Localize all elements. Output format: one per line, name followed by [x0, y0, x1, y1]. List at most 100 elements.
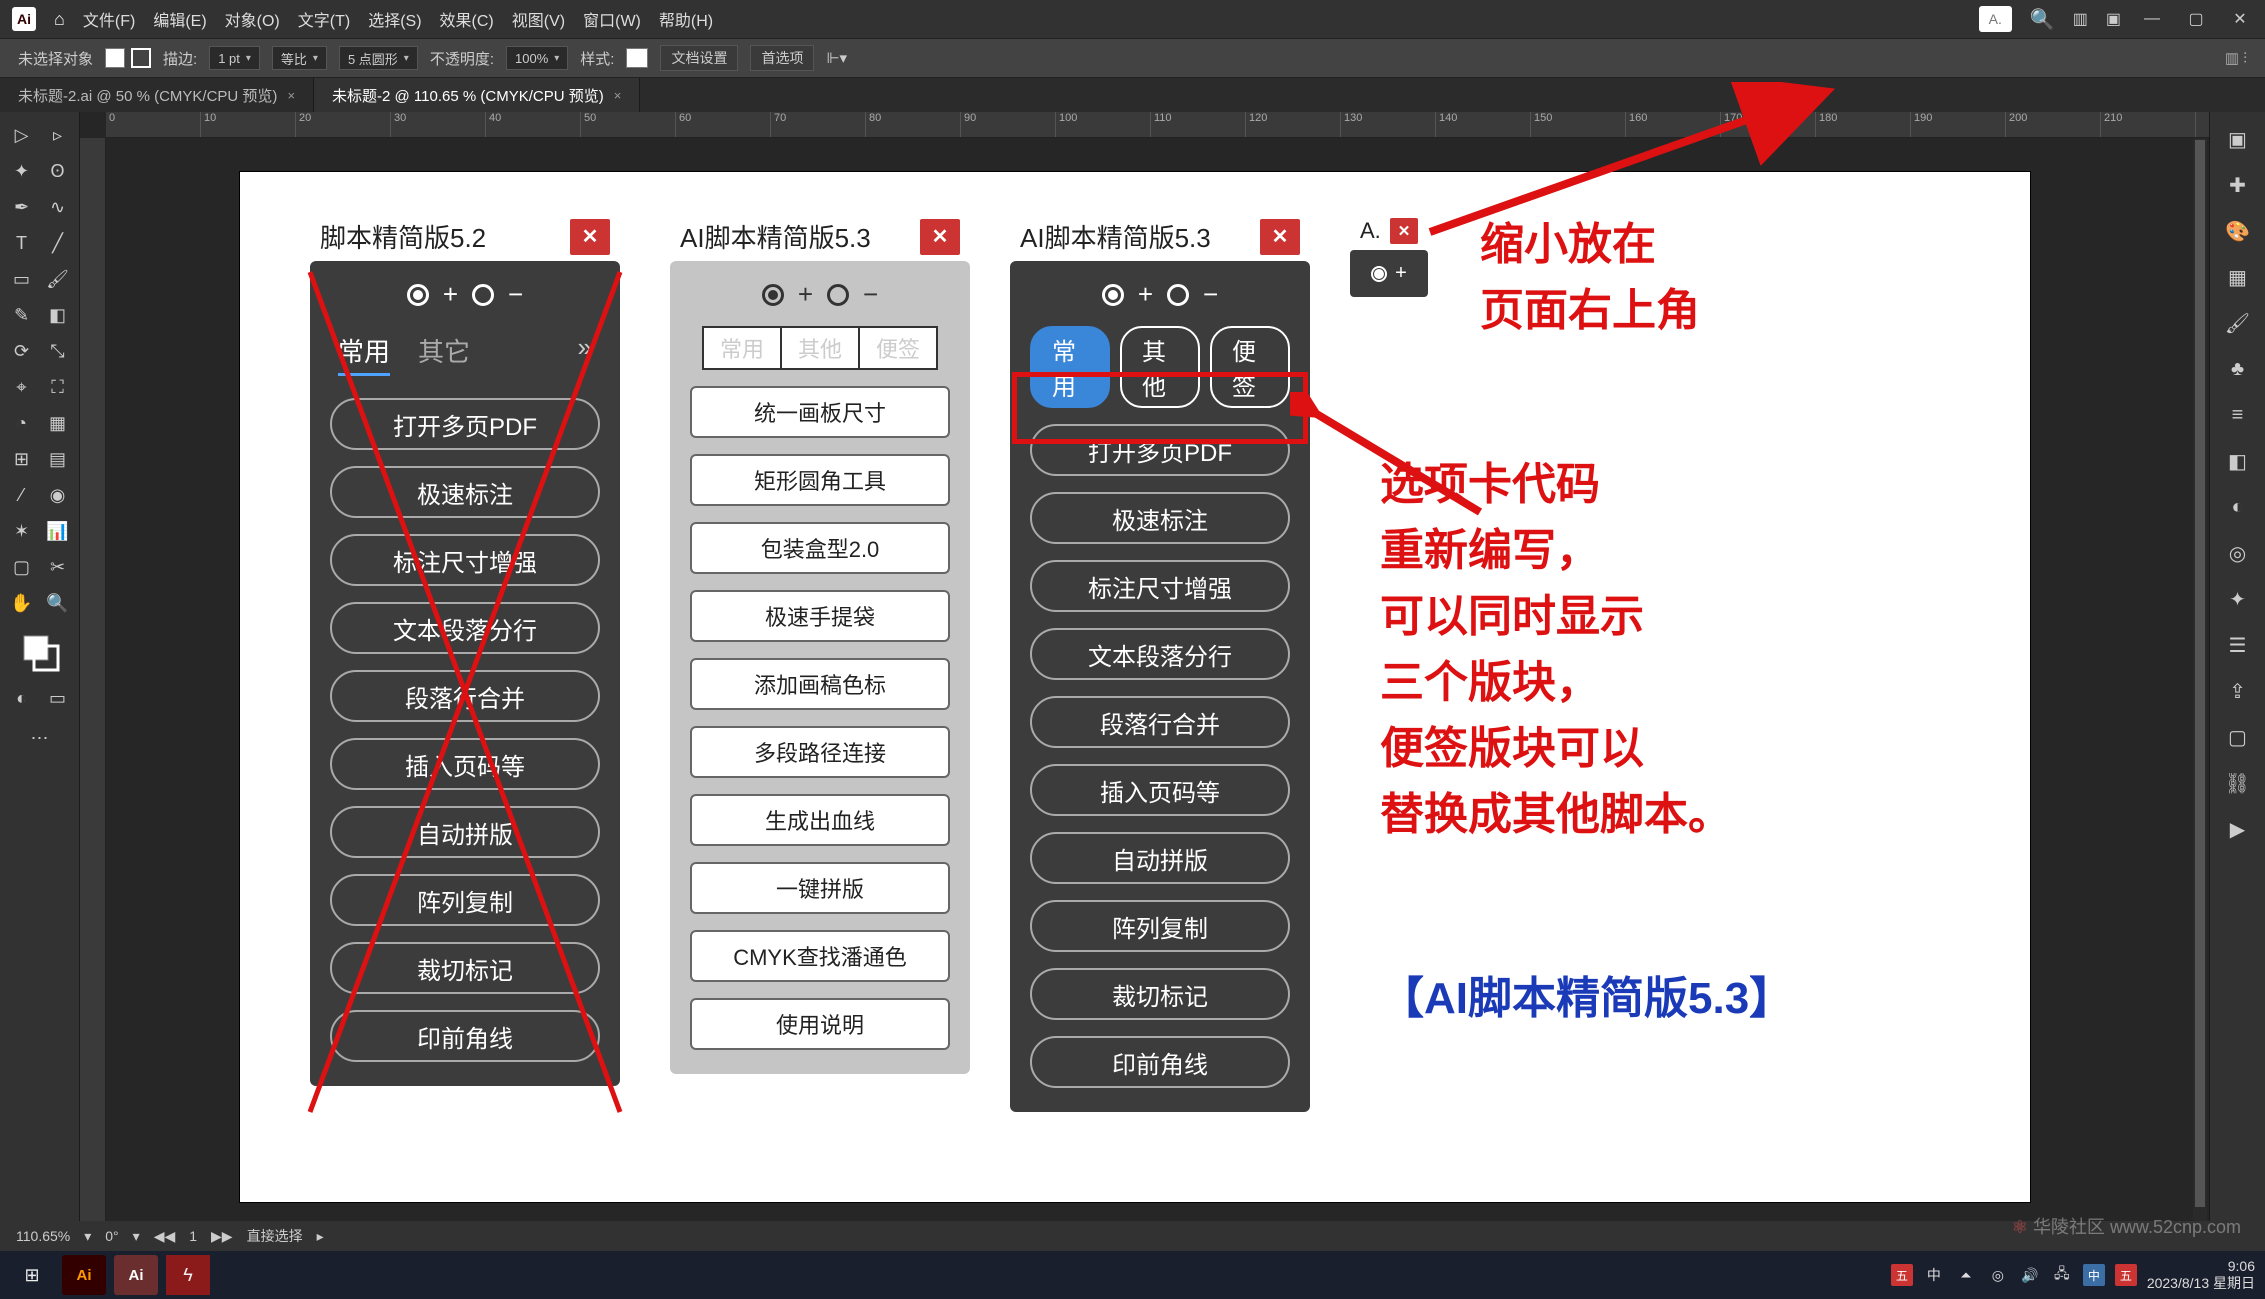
graphic-styles-panel-icon[interactable]: ✦: [2219, 580, 2257, 618]
zoom-level[interactable]: 110.65%: [16, 1228, 70, 1244]
action-button[interactable]: 极速手提袋: [690, 590, 950, 642]
properties-panel-icon[interactable]: ▣: [2219, 120, 2257, 158]
action-button[interactable]: 使用说明: [690, 998, 950, 1050]
menu-type[interactable]: 文字(T): [298, 7, 350, 31]
gradient-panel-icon[interactable]: ◧: [2219, 442, 2257, 480]
eraser-tool-icon[interactable]: ◧: [43, 300, 73, 330]
radio-on-icon[interactable]: [1371, 266, 1387, 282]
panel-close-button[interactable]: ✕: [570, 219, 610, 255]
tray-sound-icon[interactable]: 🔊: [2019, 1264, 2041, 1286]
libraries-panel-icon[interactable]: ✚: [2219, 166, 2257, 204]
brush-tool-icon[interactable]: 🖌: [43, 264, 73, 294]
mesh-tool-icon[interactable]: ⊞: [7, 444, 37, 474]
action-button[interactable]: 统一画板尺寸: [690, 386, 950, 438]
symbols-panel-icon[interactable]: ♣: [2219, 350, 2257, 388]
tab-close-icon[interactable]: ×: [614, 88, 622, 103]
actions-panel-icon[interactable]: ▶: [2219, 810, 2257, 848]
start-button[interactable]: ⊞: [10, 1255, 54, 1295]
shaper-tool-icon[interactable]: ✎: [7, 300, 37, 330]
radio-off-icon[interactable]: [1167, 284, 1189, 306]
tray-ime2-icon[interactable]: 中: [2083, 1264, 2105, 1286]
action-button[interactable]: 自动拼版: [1030, 832, 1290, 884]
shape-builder-icon[interactable]: ◔: [7, 408, 37, 438]
color-panel-icon[interactable]: 🎨: [2219, 212, 2257, 250]
action-button[interactable]: 打开多页PDF: [330, 398, 600, 450]
minimize-icon[interactable]: —: [2139, 6, 2165, 32]
color-swap[interactable]: [20, 632, 60, 677]
doc-tab-1[interactable]: 未标题-2.ai @ 50 % (CMYK/CPU 预览)×: [0, 78, 314, 112]
align-icon[interactable]: ⊩▾: [826, 49, 847, 67]
scale-tool-icon[interactable]: ⤡: [43, 336, 73, 366]
taskbar-app-icon[interactable]: ϟ: [166, 1255, 210, 1295]
tab-other[interactable]: 其它: [418, 332, 470, 376]
perspective-tool-icon[interactable]: ▦: [43, 408, 73, 438]
zoom-tool-icon[interactable]: 🔍: [43, 588, 73, 618]
action-button[interactable]: 矩形圆角工具: [690, 454, 950, 506]
rect-tool-icon[interactable]: ▭: [7, 264, 37, 294]
artboards-panel-icon[interactable]: ▢: [2219, 718, 2257, 756]
radio-on-icon[interactable]: [1102, 284, 1124, 306]
canvas[interactable]: 0102030405060708090100110120130140150160…: [80, 112, 2209, 1251]
uniform-combo[interactable]: 等比: [272, 46, 327, 70]
tray-ime-icon[interactable]: 五: [1891, 1264, 1913, 1286]
tab-other[interactable]: 其他: [780, 326, 860, 370]
panel-close-button[interactable]: ✕: [920, 219, 960, 255]
draw-mode-icon[interactable]: ◐: [7, 683, 37, 713]
fill-swatch[interactable]: [105, 48, 125, 68]
artboard-number[interactable]: 1: [189, 1228, 197, 1244]
panel-close-button[interactable]: ✕: [1260, 219, 1300, 255]
stroke-swatch[interactable]: [131, 48, 151, 68]
radio-on-icon[interactable]: [407, 284, 429, 306]
links-panel-icon[interactable]: ⛓: [2219, 764, 2257, 802]
home-icon[interactable]: ⌂: [54, 9, 65, 30]
blend-tool-icon[interactable]: ◉: [43, 480, 73, 510]
radio-off-icon[interactable]: [827, 284, 849, 306]
radio-on-icon[interactable]: [762, 284, 784, 306]
close-icon[interactable]: ✕: [2227, 6, 2253, 32]
taskbar-ai-icon[interactable]: Ai: [62, 1255, 106, 1295]
asset-export-panel-icon[interactable]: ⇪: [2219, 672, 2257, 710]
arrange-icon[interactable]: ▥: [2073, 9, 2088, 29]
menu-window[interactable]: 窗口(W): [583, 7, 641, 31]
menu-help[interactable]: 帮助(H): [659, 7, 713, 31]
brush-combo[interactable]: 5 点圆形: [339, 46, 418, 70]
panel-close-button[interactable]: ✕: [1390, 218, 1418, 244]
top-search[interactable]: A.: [1979, 6, 2012, 32]
action-button[interactable]: 阵列复制: [330, 874, 600, 926]
selection-tool-icon[interactable]: ▷: [7, 120, 37, 150]
style-swatch[interactable]: [626, 48, 648, 68]
action-button[interactable]: 生成出血线: [690, 794, 950, 846]
menu-file[interactable]: 文件(F): [83, 7, 135, 31]
action-button[interactable]: 标注尺寸增强: [1030, 560, 1290, 612]
symbol-tool-icon[interactable]: ✶: [7, 516, 37, 546]
action-button[interactable]: 一键拼版: [690, 862, 950, 914]
menu-object[interactable]: 对象(O): [225, 7, 280, 31]
doc-setup-button[interactable]: 文档设置: [660, 45, 738, 71]
action-button[interactable]: 极速标注: [1030, 492, 1290, 544]
action-button[interactable]: 段落行合并: [1030, 696, 1290, 748]
menu-edit[interactable]: 编辑(E): [153, 7, 206, 31]
appearance-panel-icon[interactable]: ◎: [2219, 534, 2257, 572]
stroke-panel-icon[interactable]: ≡: [2219, 396, 2257, 434]
menu-effect[interactable]: 效果(C): [440, 7, 494, 31]
tab-more-icon[interactable]: »: [578, 332, 592, 376]
curvature-tool-icon[interactable]: ∿: [43, 192, 73, 222]
eyedropper-tool-icon[interactable]: ⁄: [7, 480, 37, 510]
width-tool-icon[interactable]: ⌖: [7, 372, 37, 402]
type-tool-icon[interactable]: T: [7, 228, 37, 258]
action-button[interactable]: 包装盒型2.0: [690, 522, 950, 574]
slice-tool-icon[interactable]: ✂: [43, 552, 73, 582]
action-button[interactable]: 阵列复制: [1030, 900, 1290, 952]
action-button[interactable]: 文本段落分行: [330, 602, 600, 654]
action-button[interactable]: 添加画稿色标: [690, 658, 950, 710]
opacity-combo[interactable]: 100%: [506, 46, 568, 70]
doc-tab-2[interactable]: 未标题-2 @ 110.65 % (CMYK/CPU 预览)×: [314, 78, 640, 112]
action-button[interactable]: 插入页码等: [1030, 764, 1290, 816]
action-button[interactable]: CMYK查找潘通色: [690, 930, 950, 982]
artboard-nav-prev-icon[interactable]: ◀◀: [154, 1228, 176, 1245]
action-button[interactable]: 自动拼版: [330, 806, 600, 858]
radio-off-icon[interactable]: [472, 284, 494, 306]
tray-icon[interactable]: ⏶: [1955, 1264, 1977, 1286]
gradient-tool-icon[interactable]: ▤: [43, 444, 73, 474]
rotate-tool-icon[interactable]: ⟳: [7, 336, 37, 366]
